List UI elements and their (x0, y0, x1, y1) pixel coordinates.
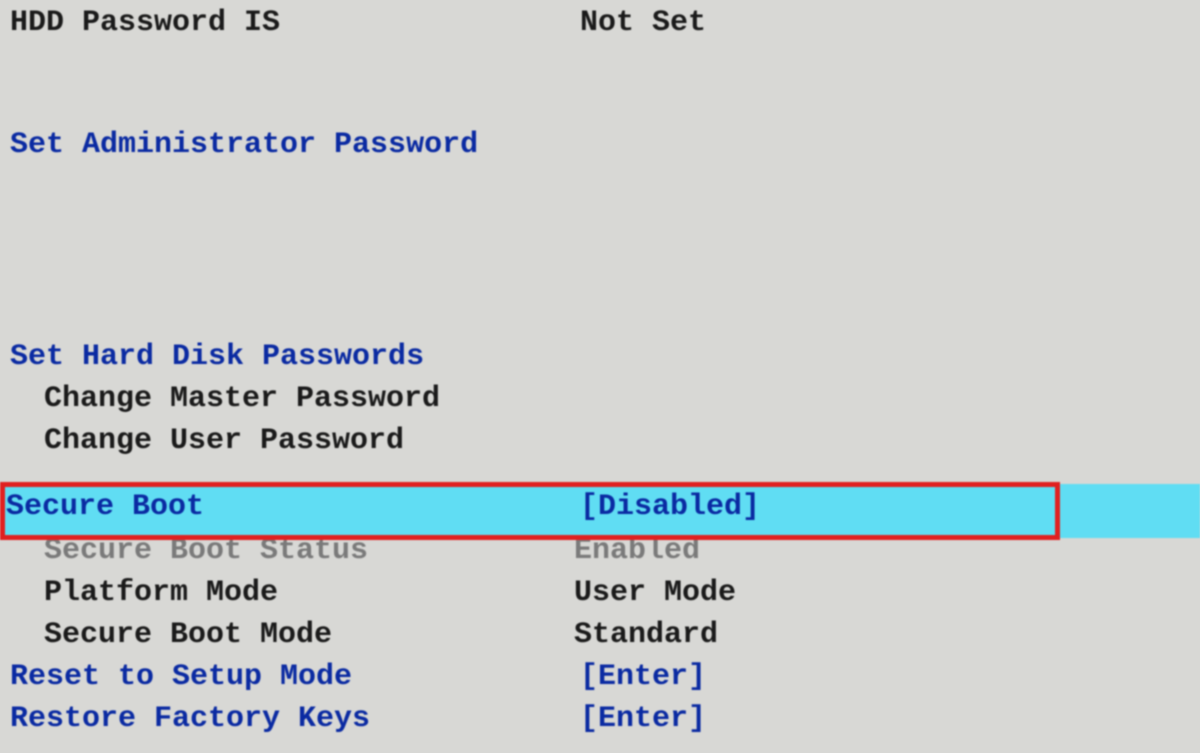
hdd-password-value: Not Set (580, 6, 1200, 40)
secure-boot-value: [Disabled] (580, 490, 1200, 524)
reset-to-setup-mode-label: Reset to Setup Mode (10, 660, 580, 694)
change-user-password-label: Change User Password (44, 424, 614, 458)
secure-boot-mode-value: Standard (574, 618, 1200, 652)
secure-boot-row[interactable]: Secure Boot [Disabled] (0, 480, 1200, 534)
restore-factory-keys-label: Restore Factory Keys (10, 702, 580, 736)
change-user-password[interactable]: Change User Password (0, 424, 1200, 466)
restore-factory-keys-row[interactable]: Restore Factory Keys [Enter] (0, 702, 1200, 744)
secure-boot-status-value: Enabled (574, 534, 1200, 568)
platform-mode-row: Platform Mode User Mode (0, 576, 1200, 618)
platform-mode-label: Platform Mode (44, 576, 574, 610)
restore-factory-keys-value: [Enter] (580, 702, 1200, 736)
secure-boot-status-row: Secure Boot Status Enabled (0, 534, 1200, 576)
reset-to-setup-mode-row[interactable]: Reset to Setup Mode [Enter] (0, 660, 1200, 702)
change-master-password-label: Change Master Password (44, 382, 614, 416)
change-master-password[interactable]: Change Master Password (0, 382, 1200, 424)
secure-boot-status-label: Secure Boot Status (44, 534, 574, 568)
set-hdd-passwords[interactable]: Set Hard Disk Passwords (0, 340, 1200, 382)
secure-boot-mode-label: Secure Boot Mode (44, 618, 574, 652)
hdd-password-row: HDD Password IS Not Set (0, 6, 1200, 48)
hdd-password-label: HDD Password IS (10, 6, 580, 40)
reset-to-setup-mode-value: [Enter] (580, 660, 1200, 694)
bios-panel: HDD Password IS Not Set Set Administrato… (0, 0, 1200, 744)
set-admin-password-label: Set Administrator Password (10, 128, 580, 162)
platform-mode-value: User Mode (574, 576, 1200, 610)
secure-boot-mode-row: Secure Boot Mode Standard (0, 618, 1200, 660)
secure-boot-label: Secure Boot (6, 490, 580, 524)
set-hdd-passwords-label: Set Hard Disk Passwords (10, 340, 580, 374)
set-admin-password[interactable]: Set Administrator Password (0, 128, 1200, 170)
